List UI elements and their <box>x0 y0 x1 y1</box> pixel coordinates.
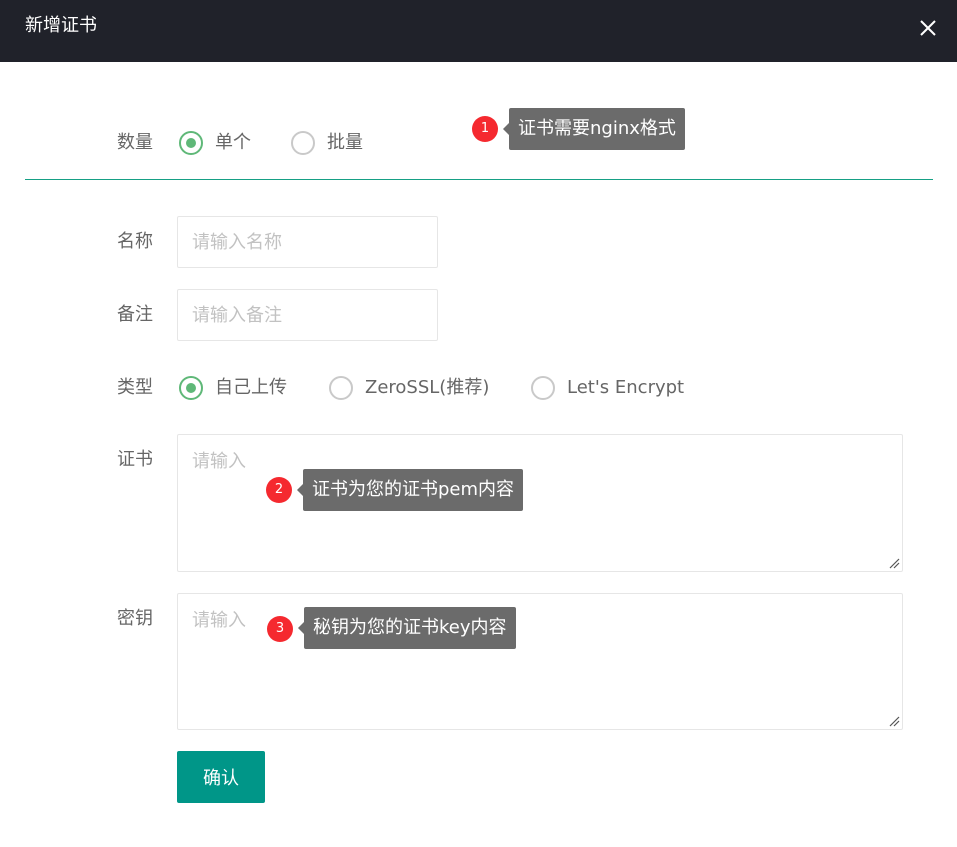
name-input[interactable] <box>177 216 438 268</box>
annotation-badge: 1 <box>472 116 498 142</box>
annotation-badge: 3 <box>267 616 293 642</box>
certificate-textarea[interactable] <box>177 434 903 572</box>
radio-unchecked-icon <box>291 131 315 155</box>
type-option-label: 自己上传 <box>215 377 287 398</box>
dialog-title: 新增证书 <box>25 15 97 36</box>
radio-checked-icon <box>179 376 203 400</box>
remark-input[interactable] <box>177 289 438 341</box>
annotation-tooltip: 证书为您的证书pem内容 <box>296 469 524 511</box>
quantity-option-label: 批量 <box>327 132 363 153</box>
quantity-label: 数量 <box>117 132 153 153</box>
type-option-label: Let's Encrypt <box>567 377 685 398</box>
annotation-tooltip: 证书需要nginx格式 <box>503 108 685 150</box>
radio-unchecked-icon <box>531 376 555 400</box>
confirm-button[interactable]: 确认 <box>177 751 265 803</box>
type-radio-upload[interactable]: 自己上传 <box>179 376 287 400</box>
remark-label: 备注 <box>117 304 153 325</box>
type-radio-zerossl[interactable]: ZeroSSL(推荐) <box>329 376 489 400</box>
radio-checked-icon <box>179 131 203 155</box>
close-icon <box>920 20 936 36</box>
section-divider <box>25 179 933 180</box>
name-label: 名称 <box>117 231 153 252</box>
quantity-radio-batch[interactable]: 批量 <box>291 131 363 155</box>
radio-unchecked-icon <box>329 376 353 400</box>
resize-grip-icon[interactable] <box>888 557 900 569</box>
certificate-label: 证书 <box>117 449 153 470</box>
type-label: 类型 <box>117 377 153 398</box>
annotation-tooltip: 秘钥为您的证书key内容 <box>298 607 516 649</box>
quantity-option-label: 单个 <box>215 132 251 153</box>
resize-grip-icon[interactable] <box>888 715 900 727</box>
dialog-header: 新增证书 <box>0 0 957 62</box>
key-textarea[interactable] <box>177 593 903 730</box>
key-label: 密钥 <box>117 608 153 629</box>
quantity-radio-single[interactable]: 单个 <box>179 131 251 155</box>
type-radio-letsencrypt[interactable]: Let's Encrypt <box>531 376 684 400</box>
close-button[interactable] <box>913 13 943 43</box>
type-option-label: ZeroSSL(推荐) <box>365 377 490 398</box>
annotation-badge: 2 <box>266 477 292 503</box>
